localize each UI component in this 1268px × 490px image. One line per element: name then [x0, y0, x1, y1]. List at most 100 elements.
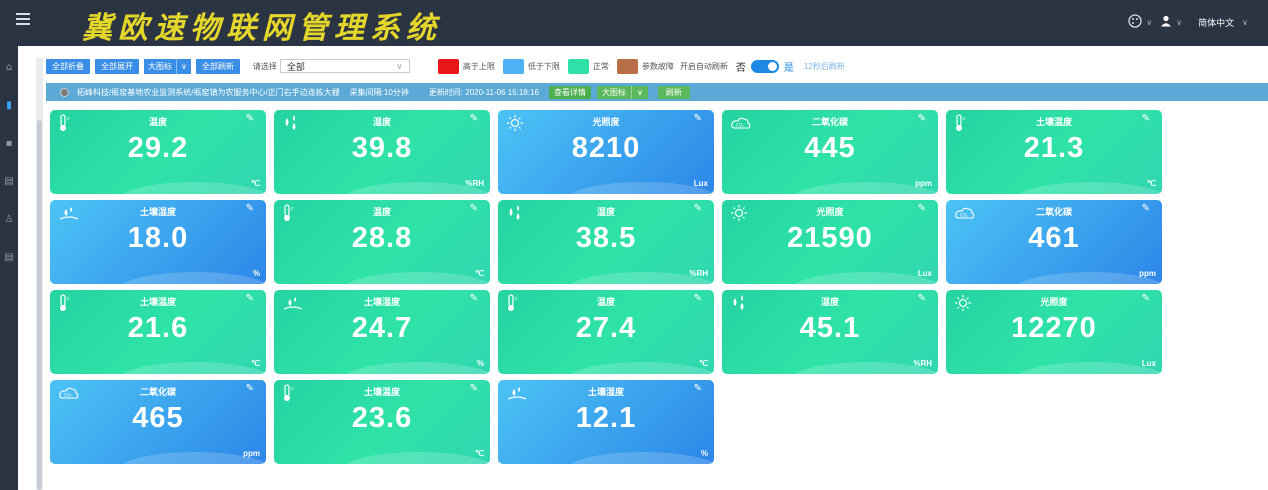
sensor-card[interactable]: c 温度 ✎ 28.8 ℃ — [274, 200, 490, 284]
big-icon-dropdown[interactable]: 大图标 ∨ — [144, 58, 191, 74]
chevron-down-icon[interactable]: ∨ — [1146, 18, 1152, 27]
edit-icon[interactable]: ✎ — [1142, 203, 1150, 214]
edit-icon[interactable]: ✎ — [918, 293, 926, 304]
sensor-name: 土壤温度 — [139, 297, 176, 307]
sensor-card[interactable]: c 温度 ✎ 27.4 ℃ — [498, 290, 714, 374]
sensor-name: 温度 — [372, 207, 391, 217]
sensor-unit: Lux — [693, 179, 708, 188]
bar-chart-icon[interactable]: ▮ — [0, 100, 18, 111]
card-decoration — [120, 272, 266, 284]
hamburger-icon[interactable] — [16, 13, 30, 25]
grid-icon[interactable]: ▪ — [0, 138, 18, 149]
sensor-value: 18.0 — [127, 222, 189, 254]
sensor-unit: ppm — [915, 179, 932, 188]
sensor-name: 二氧化碳 — [139, 387, 176, 397]
edit-icon[interactable]: ✎ — [694, 383, 702, 394]
sensor-card[interactable]: 土壤湿度 ✎ 18.0% — [50, 200, 266, 284]
home-icon[interactable]: ⌂ — [0, 62, 18, 73]
chevron-down-icon[interactable]: ∨ — [630, 85, 648, 99]
edit-icon[interactable]: ✎ — [246, 293, 254, 304]
edit-icon[interactable]: ✎ — [918, 203, 926, 214]
info-bar: 拓峰科技/瓶窑基地农业监测系统/瓶窑镇为农服务中心/正门右手边连栋大棚 采集间隔… — [46, 83, 1268, 101]
sensor-unit: ppm — [243, 449, 260, 458]
sensor-value: 21.6 — [127, 312, 189, 344]
edit-icon[interactable]: ✎ — [1142, 113, 1150, 124]
legend-below-lower: 低于下限 — [502, 58, 560, 74]
edit-icon[interactable]: ✎ — [470, 383, 478, 394]
chevron-down-icon[interactable]: ∨ — [1176, 18, 1182, 27]
big-icon-dropdown[interactable]: 大图标 ∨ — [596, 85, 648, 99]
user-icon[interactable] — [1160, 15, 1172, 30]
edit-icon[interactable]: ✎ — [694, 203, 702, 214]
sensor-card[interactable]: 湿度 ✎ 38.5 %RH — [498, 200, 714, 284]
device-select[interactable]: 全部 ∨ — [279, 59, 410, 73]
sensor-card[interactable]: 光照度 ✎ 21590 Lux — [722, 200, 938, 284]
sensor-value: 23.6 — [351, 402, 413, 434]
toggle-no-label: 否 — [735, 62, 746, 74]
sensor-name: 土壤温度 — [363, 387, 400, 397]
sensor-card[interactable]: 土壤湿度 ✎ 12.1% — [498, 380, 714, 464]
sensor-card[interactable]: 光照度 ✎ 12270 Lux — [946, 290, 1162, 374]
card-decoration — [344, 362, 490, 374]
edit-icon[interactable]: ✎ — [470, 113, 478, 124]
sensor-card[interactable]: 土壤湿度 ✎ 24.7% — [274, 290, 490, 374]
edit-icon[interactable]: ✎ — [470, 203, 478, 214]
edit-icon[interactable]: ✎ — [246, 383, 254, 394]
sensor-name: 土壤湿度 — [587, 387, 624, 397]
legend-normal: 正常 — [567, 58, 609, 74]
list-icon[interactable]: ▤ — [0, 252, 18, 263]
sensor-value: 21.3 — [1023, 132, 1085, 164]
edit-icon[interactable]: ✎ — [246, 203, 254, 214]
sensor-card[interactable]: c 土壤温度 ✎ 21.6 ℃ — [50, 290, 266, 374]
legend-label: 低于下限 — [527, 61, 560, 71]
top-bar: 冀欧速物联网管理系统 ∨ ∨ 简体中文 ∨ — [0, 0, 1268, 46]
big-icon-button[interactable]: 大图标 — [597, 86, 631, 99]
big-icon-button[interactable]: 大图标 — [144, 58, 176, 74]
sidebar: ⌂ ▮ ▪ ▤ ♙ ▤ — [0, 46, 18, 490]
sensor-name: 光照度 — [1040, 297, 1068, 307]
card-decoration — [792, 272, 938, 284]
card-decoration — [120, 362, 266, 374]
card-decoration — [1016, 362, 1162, 374]
card-decoration — [120, 182, 266, 194]
sensor-unit: ℃ — [699, 359, 708, 368]
chevron-down-icon[interactable]: ∨ — [176, 58, 191, 74]
user-icon[interactable]: ♙ — [0, 214, 18, 225]
sensor-card[interactable]: c 土壤温度 ✎ 21.3 ℃ — [946, 110, 1162, 194]
sensor-value: 38.5 — [575, 222, 637, 254]
legend-swatch — [616, 58, 638, 74]
sensor-card[interactable]: 湿度 ✎ 45.1 %RH — [722, 290, 938, 374]
sensor-card[interactable]: CO₂ 二氧化碳 ✎ 465 ppm — [50, 380, 266, 464]
edit-icon[interactable]: ✎ — [918, 113, 926, 124]
toolbar: 全部折叠 全部展开 大图标 ∨ 全部刷新 请选择 全部 ∨ 高于上限 低于下限 … — [46, 56, 1268, 76]
refresh-all-button[interactable]: 全部刷新 — [195, 58, 240, 74]
view-details-button[interactable]: 查看详情 — [548, 85, 591, 99]
edit-icon[interactable]: ✎ — [246, 113, 254, 124]
refresh-button[interactable]: 刷新 — [657, 85, 690, 99]
chevron-down-icon[interactable]: ∨ — [1242, 18, 1248, 27]
scrollbar-thumb[interactable] — [37, 120, 42, 490]
sensor-value: 24.7 — [351, 312, 413, 344]
sensor-card[interactable]: CO₂ 二氧化碳 ✎ 445 ppm — [722, 110, 938, 194]
sensor-card[interactable]: c 温度 ✎ 29.2 ℃ — [50, 110, 266, 194]
sensor-value: 461 — [1028, 222, 1080, 254]
edit-icon[interactable]: ✎ — [694, 293, 702, 304]
auto-refresh-toggle[interactable] — [750, 59, 779, 73]
collapse-all-button[interactable]: 全部折叠 — [46, 58, 90, 74]
edit-icon[interactable]: ✎ — [1142, 293, 1150, 304]
edit-icon[interactable]: ✎ — [694, 113, 702, 124]
language-selector[interactable]: 简体中文 — [1198, 16, 1234, 29]
sensor-card[interactable]: c 土壤温度 ✎ 23.6 ℃ — [274, 380, 490, 464]
document-icon[interactable]: ▤ — [0, 176, 18, 187]
edit-icon[interactable]: ✎ — [470, 293, 478, 304]
legend-label: 参数故障 — [641, 61, 674, 71]
expand-all-button[interactable]: 全部展开 — [95, 58, 139, 74]
sensor-card[interactable]: CO₂ 二氧化碳 ✎ 461 ppm — [946, 200, 1162, 284]
sensor-value: 39.8 — [351, 132, 413, 164]
app-title: 冀欧速物联网管理系统 — [82, 11, 442, 46]
sensor-card[interactable]: 光照度 ✎ 8210 Lux — [498, 110, 714, 194]
sensor-unit: %RH — [913, 359, 932, 368]
sensor-card[interactable]: 湿度 ✎ 39.8 %RH — [274, 110, 490, 194]
palette-icon[interactable] — [1128, 14, 1143, 31]
sensor-value: 21590 — [787, 222, 873, 254]
